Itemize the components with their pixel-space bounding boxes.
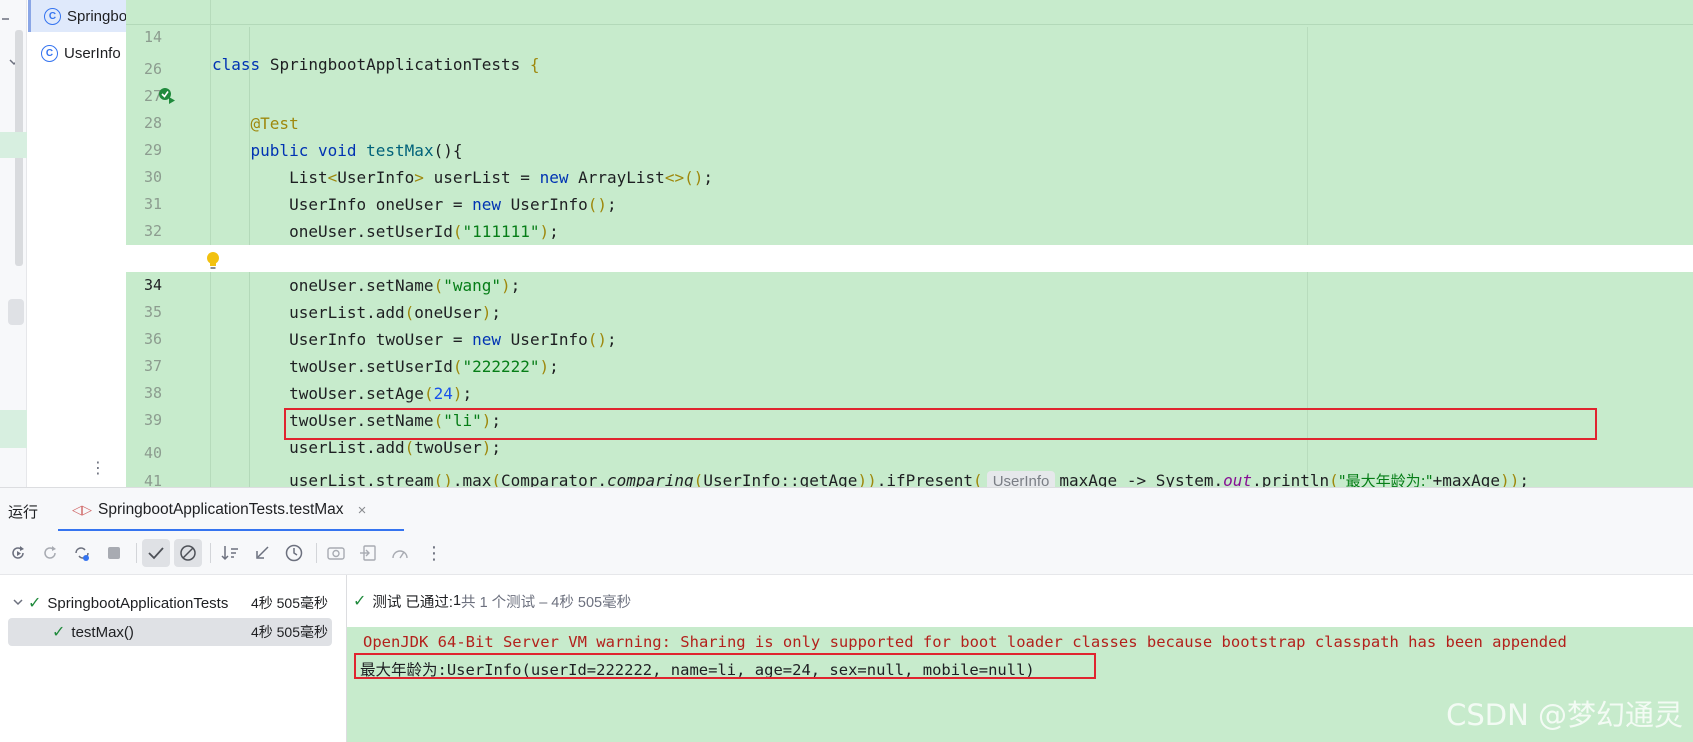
rerun-failed-icon[interactable] [36, 539, 64, 567]
toolbar-separator [210, 543, 211, 563]
code-line-39: 39 userList.add(twoUser); [143, 411, 502, 457]
more-options-icon[interactable]: ⋮ [90, 458, 106, 478]
test-status-line: ✓ 测试 已通过: 1 共 1 个测试 – 4秒 505毫秒 [347, 575, 1693, 627]
stop-icon[interactable] [100, 539, 128, 567]
intention-bulb-icon[interactable] [206, 251, 220, 271]
code-line-31: 31 oneUser.setUserId("111111"); [143, 195, 559, 241]
code-line-38: 38 twoUser.setName("li"); [143, 384, 502, 430]
code-line-33: 33 oneUser.setName("wang"); [144, 249, 521, 295]
tree-row-label: SpringbootApplicationTests [47, 594, 229, 612]
project-item-label: UserInfo [64, 44, 121, 62]
console-line-warning: OpenJDK 64-Bit Server VM warning: Sharin… [363, 633, 1567, 651]
class-icon: C [41, 44, 58, 62]
tree-row-label: testMax() [71, 623, 134, 641]
run-tool-window-header: 运行 ◁▷ SpringbootApplicationTests.testMax… [0, 487, 1693, 532]
code-line-27: 27 @Test [126, 56, 1693, 133]
rerun-icon[interactable] [4, 539, 32, 567]
toolbar-separator [136, 543, 137, 563]
code-editor[interactable]: 14 class SpringbootApplicationTests { 26… [126, 0, 1693, 487]
project-item-label: SpringbootApplicationTests [67, 7, 126, 25]
code-line-41: 41 } [143, 472, 162, 487]
toggle-auto-test-icon[interactable] [68, 539, 96, 567]
code-line-30: 30 UserInfo oneUser = new UserInfo(); [143, 168, 617, 214]
run-panel-label: 运行 [8, 504, 39, 521]
highlight-box-code [284, 408, 1597, 440]
passed-check-icon: ✓ [353, 593, 367, 610]
project-item-springboot-tests[interactable]: C SpringbootApplicationTests [28, 0, 126, 32]
show-passed-icon[interactable] [142, 539, 170, 567]
tree-row-time: 4秒 505毫秒 [250, 595, 328, 611]
test-class-icon: C [44, 7, 61, 25]
import-tests-icon[interactable] [354, 539, 382, 567]
code-line-29: 29 List<UserInfo> userList = new ArrayLi… [126, 110, 1693, 187]
project-panel: C SpringbootApplicationTests C UserInfo … [28, 0, 126, 487]
code-line-35: 35 UserInfo twoUser = new UserInfo(); [143, 303, 617, 349]
history-icon[interactable] [280, 539, 308, 567]
fold-divider [126, 24, 1693, 25]
status-passed-count: 1 [452, 593, 462, 609]
collapse-all-icon[interactable] [248, 539, 276, 567]
status-prefix: 测试 已通过: [372, 594, 453, 611]
run-test-gutter-icon[interactable] [158, 87, 176, 105]
test-config-icon: ◁▷ [72, 502, 92, 517]
left-tool-strip [0, 0, 27, 487]
close-icon[interactable]: × [358, 502, 367, 519]
show-ignored-icon[interactable] [174, 539, 202, 567]
code-line-36: 36 twoUser.setUserId("222222"); [143, 330, 559, 376]
console-output[interactable]: OpenJDK 64-Bit Server VM warning: Sharin… [347, 627, 1693, 742]
code-line-32: 32 oneUser.setAge(20); [143, 222, 472, 268]
code-line-28: 28 public void testMax(){ [126, 83, 1693, 160]
tree-row-test-method[interactable]: ✓ testMax() 4秒 505毫秒 [8, 618, 332, 646]
code-line-14: 14 class SpringbootApplicationTests { [126, 0, 1693, 74]
run-tab-label: SpringbootApplicationTests.testMax [98, 501, 344, 518]
tab-run-configuration[interactable]: ◁▷ SpringbootApplicationTests.testMax × [58, 488, 366, 532]
chevron-down-icon[interactable] [8, 596, 28, 610]
code-line-42: 42 [126, 469, 1693, 487]
status-summary: 共 1 个测试 – 4秒 505毫秒 [461, 594, 632, 611]
strip-collapse-icon[interactable] [0, 10, 27, 22]
sort-icon[interactable] [216, 539, 244, 567]
toolbar-separator [316, 543, 317, 563]
screenshot-icon[interactable] [322, 539, 350, 567]
strip-button[interactable] [8, 299, 24, 325]
highlight-box-console [354, 653, 1096, 679]
run-toolbar: ⋮ [0, 531, 1693, 575]
code-line-37: 37 twoUser.setAge(24); [143, 357, 473, 403]
code-line-26: 26 [126, 29, 1693, 78]
code-line-34-current: 34 userList.add(oneUser); [126, 245, 1693, 322]
watermark: CSDN @梦幻通灵 [1446, 698, 1683, 732]
project-item-userinfo[interactable]: C UserInfo [28, 37, 126, 69]
performance-icon[interactable] [386, 539, 414, 567]
strip-highlight [0, 132, 27, 158]
passed-check-icon: ✓ [28, 595, 42, 612]
test-results-tree: ✓ SpringbootApplicationTests 4秒 505毫秒 ✓ … [0, 575, 347, 742]
tree-row-time: 4秒 505毫秒 [250, 624, 328, 640]
tree-row-test-class[interactable]: ✓ SpringbootApplicationTests 4秒 505毫秒 [8, 589, 332, 617]
more-actions-icon[interactable]: ⋮ [420, 539, 448, 567]
strip-highlight-2 [0, 410, 27, 448]
passed-check-icon: ✓ [52, 624, 66, 641]
